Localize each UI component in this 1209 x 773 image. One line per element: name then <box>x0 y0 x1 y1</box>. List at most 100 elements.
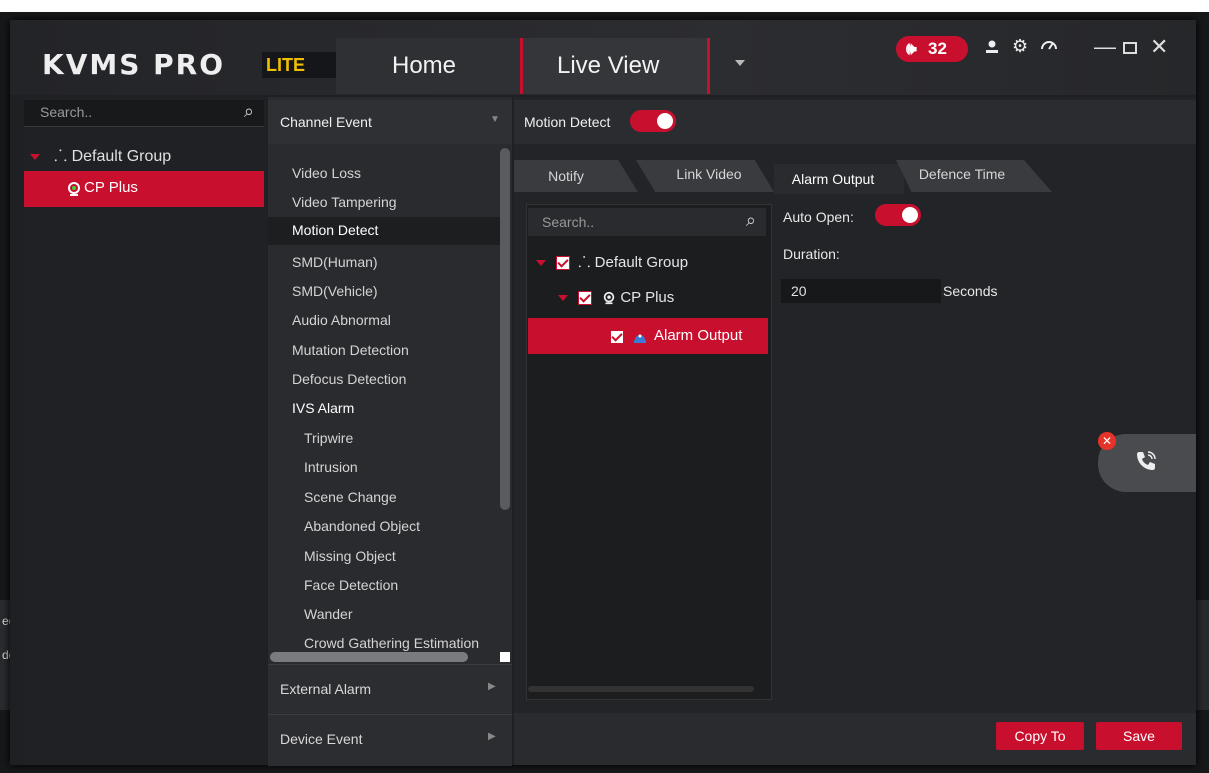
group-tree-icon: ⸫ <box>578 254 591 271</box>
category-label: Intrusion <box>304 459 358 475</box>
event-title: Motion Detect <box>524 114 611 130</box>
category-missing-object[interactable]: Missing Object <box>268 543 500 571</box>
output-group-label: Default Group <box>594 254 689 271</box>
checkbox[interactable] <box>578 291 592 306</box>
category-audio-abnormal[interactable]: Audio Abnormal <box>268 307 500 335</box>
auto-open-toggle[interactable] <box>875 204 921 226</box>
dashboard-icon[interactable] <box>1040 36 1058 59</box>
category-face-detection[interactable]: Face Detection <box>268 572 500 600</box>
category-intrusion[interactable]: Intrusion <box>268 454 500 482</box>
output-tree-alarm-output[interactable]: Alarm Output <box>528 318 768 354</box>
category-motion-detect[interactable]: Motion Detect <box>268 217 500 245</box>
tab-home[interactable]: Home <box>336 38 520 94</box>
tab-dropdown-icon[interactable] <box>735 60 745 66</box>
maximize-icon[interactable] <box>1122 32 1138 62</box>
category-label: IVS Alarm <box>292 400 355 416</box>
output-search-input[interactable]: Search.. ⌕ <box>528 208 766 236</box>
duration-field[interactable] <box>781 279 941 303</box>
category-label: Video Tampering <box>292 194 397 210</box>
gear-icon[interactable]: ⚙ <box>1012 36 1028 57</box>
category-label: Mutation Detection <box>292 342 409 358</box>
tab-home-label: Home <box>392 52 457 79</box>
category-vertical-scrollbar[interactable] <box>500 148 510 510</box>
category-defocus-detection[interactable]: Defocus Detection <box>268 366 500 394</box>
tree-item-cp-plus[interactable]: CP Plus <box>24 171 264 207</box>
channel-event-header[interactable]: Channel Event ▼ <box>268 100 512 144</box>
tab-live-view[interactable]: Live View <box>520 38 710 94</box>
tab-label: Link Video <box>676 166 742 182</box>
category-label: Motion Detect <box>292 222 379 238</box>
close-widget-icon[interactable]: ✕ <box>1098 432 1116 450</box>
alarm-count-badge[interactable]: 🕪 32 <box>896 36 968 62</box>
copy-to-button[interactable]: Copy To <box>996 722 1084 750</box>
expand-arrow-icon[interactable] <box>30 153 40 160</box>
phone-icon[interactable] <box>1133 448 1159 481</box>
category-label: Defocus Detection <box>292 371 407 387</box>
event-enable-toggle[interactable] <box>630 110 676 132</box>
tree-device-label: CP Plus <box>84 179 138 196</box>
category-label: Wander <box>304 606 353 622</box>
desktop-top-strip <box>0 0 1209 12</box>
expand-arrow-icon[interactable] <box>558 295 568 302</box>
toggle-knob <box>902 207 918 223</box>
category-wander[interactable]: Wander <box>268 601 500 629</box>
category-label: Scene Change <box>304 489 397 505</box>
category-smd-human[interactable]: SMD(Human) <box>268 249 500 277</box>
tab-label: Notify <box>548 168 584 184</box>
section-device-event[interactable]: Device Event ▶ <box>268 714 512 766</box>
save-button[interactable]: Save <box>1096 722 1182 750</box>
section-label: External Alarm <box>280 681 372 697</box>
expand-arrow-icon[interactable] <box>536 260 546 267</box>
device-search-input[interactable]: Search.. ⌕ <box>24 100 264 127</box>
category-label: Video Loss <box>292 165 362 181</box>
toggle-knob <box>657 113 673 129</box>
category-scene-change[interactable]: Scene Change <box>268 484 500 512</box>
search-icon[interactable]: ⌕ <box>746 210 756 231</box>
camera-icon <box>603 291 615 305</box>
minimize-icon[interactable]: — <box>1094 34 1116 60</box>
section-label: Device Event <box>280 731 363 747</box>
tab-link-video[interactable]: Link Video <box>636 160 774 192</box>
search-placeholder: Search.. <box>542 214 595 230</box>
category-ivs-alarm[interactable]: IVS Alarm <box>268 395 500 423</box>
category-label: Crowd Gathering Estimation <box>304 635 480 651</box>
category-label: SMD(Human) <box>292 254 378 270</box>
group-tree-icon: ⸫ <box>54 148 68 165</box>
search-placeholder: Search.. <box>40 104 93 120</box>
app-logo: KVMS PRO <box>42 48 226 81</box>
action-bar <box>514 713 1196 765</box>
category-mutation-detection[interactable]: Mutation Detection <box>268 337 500 365</box>
channel-event-label: Channel Event <box>280 114 372 130</box>
category-video-loss[interactable]: Video Loss <box>268 160 500 188</box>
collapse-arrow-icon: ▼ <box>490 114 500 125</box>
duration-label: Duration: <box>783 246 840 262</box>
duration-unit: Seconds <box>943 283 998 299</box>
edition-badge: LITE <box>262 52 336 78</box>
category-label: Audio Abnormal <box>292 312 391 328</box>
background-right-strip <box>1194 600 1209 710</box>
category-tripwire[interactable]: Tripwire <box>268 425 500 453</box>
search-icon[interactable]: ⌕ <box>244 101 254 122</box>
section-external-alarm[interactable]: External Alarm ▶ <box>268 664 512 713</box>
category-label: Abandoned Object <box>304 518 420 534</box>
alarm-output-tree <box>526 204 772 700</box>
category-horizontal-scrollbar[interactable] <box>270 652 468 662</box>
user-icon[interactable] <box>984 38 1000 61</box>
category-label: Face Detection <box>304 577 399 593</box>
category-video-tampering[interactable]: Video Tampering <box>268 189 500 217</box>
category-abandoned-object[interactable]: Abandoned Object <box>268 513 500 541</box>
checkbox[interactable] <box>610 330 624 344</box>
speaker-icon: 🕪 <box>906 39 917 58</box>
category-smd-vehicle[interactable]: SMD(Vehicle) <box>268 278 500 306</box>
close-icon[interactable]: ✕ <box>1150 34 1168 60</box>
output-tree-scrollbar[interactable] <box>528 686 754 692</box>
output-tree-cp-plus[interactable]: CP Plus <box>558 289 674 306</box>
tab-notify[interactable]: Notify <box>514 160 638 192</box>
alarm-output-icon <box>634 334 646 343</box>
chevron-right-icon: ▶ <box>488 731 496 742</box>
tree-item-default-group[interactable]: ⸫ Default Group <box>30 144 171 166</box>
output-tree-default-group[interactable]: ⸫ Default Group <box>536 252 688 272</box>
tab-label: Alarm Output <box>791 171 875 187</box>
checkbox[interactable] <box>556 256 570 271</box>
tab-alarm-output[interactable]: Alarm Output <box>774 164 904 194</box>
